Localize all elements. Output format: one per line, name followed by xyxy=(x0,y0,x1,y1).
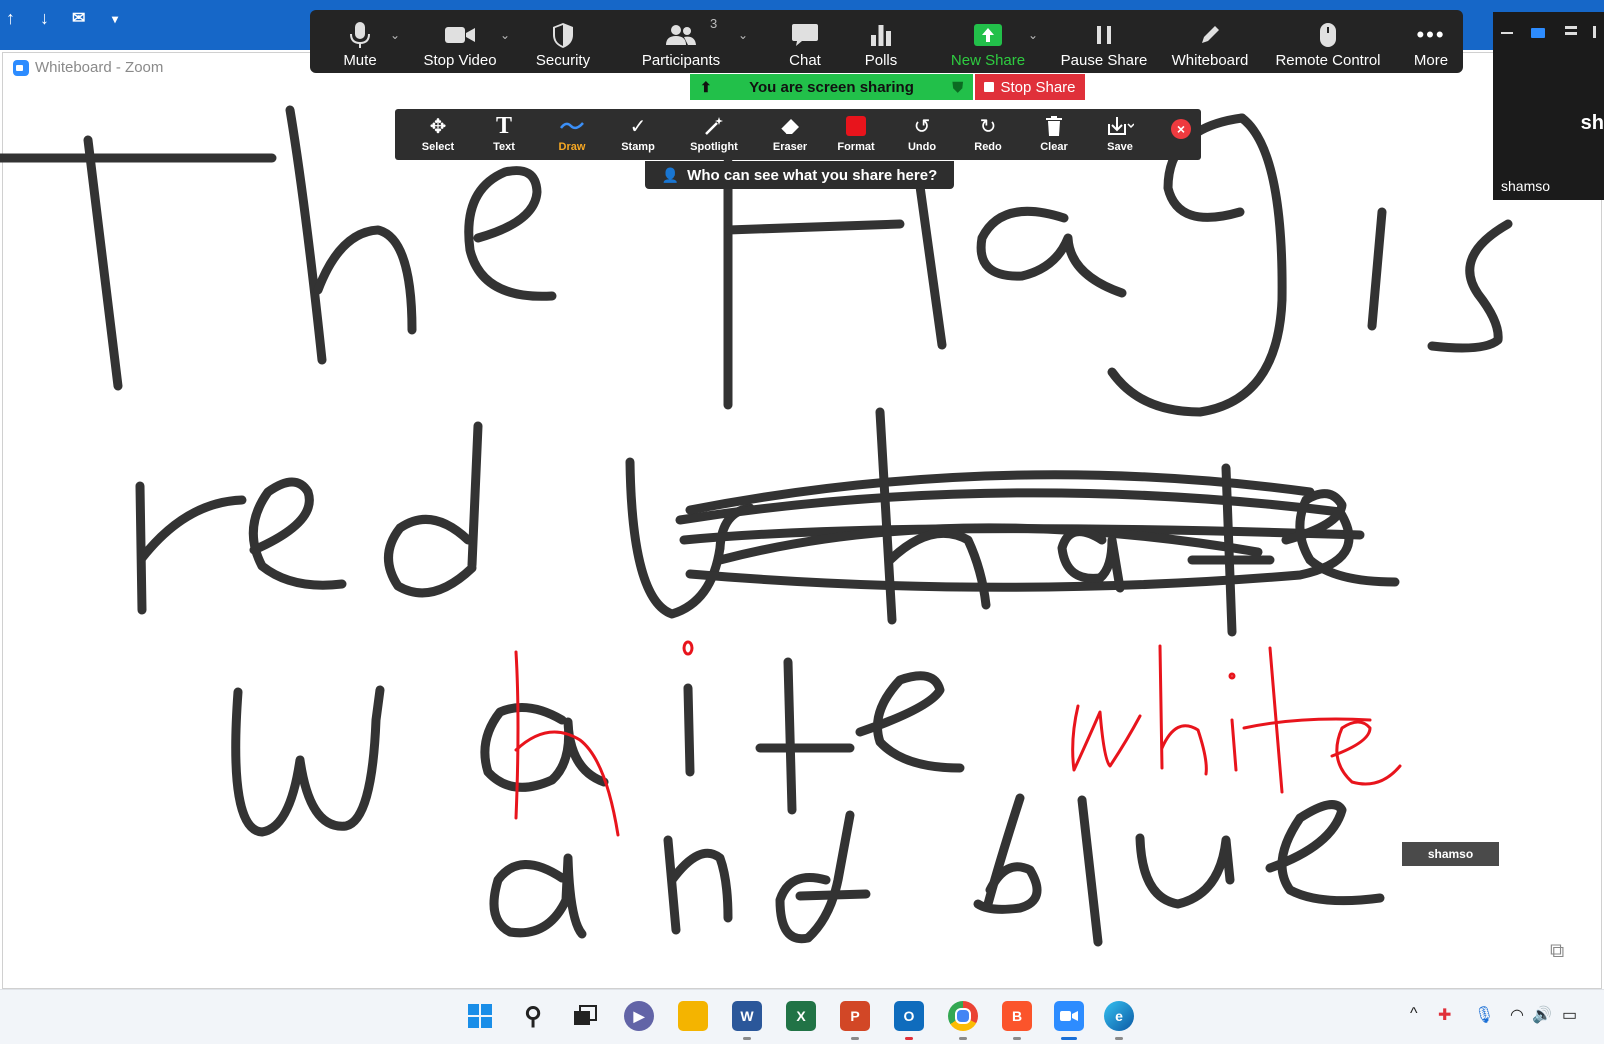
squiggle-icon xyxy=(559,111,585,141)
windows-taskbar: ⚲ ▶ W X P O B e ^ ✚ 🎙 ◠ 🔊 ▭ xyxy=(0,989,1604,1044)
microphone-in-use-icon[interactable]: 🎙 xyxy=(1474,1005,1494,1025)
excel-icon[interactable]: X xyxy=(786,1001,816,1031)
undo-icon: ↺ xyxy=(913,115,931,138)
select-tool[interactable]: ✥ Select xyxy=(409,111,467,159)
move-arrows-icon: ✥ xyxy=(429,115,447,138)
word-icon[interactable]: W xyxy=(732,1001,762,1031)
polls-button[interactable]: Polls xyxy=(858,10,904,73)
stop-square-icon xyxy=(984,82,995,92)
participants-options-chevron-icon[interactable]: ⌄ xyxy=(738,28,748,42)
layout-active-icon[interactable] xyxy=(1531,28,1545,38)
remote-control-button[interactable]: Remote Control xyxy=(1274,10,1382,73)
show-hidden-icons-chevron-icon[interactable]: ^ xyxy=(1410,1005,1418,1023)
meeting-toolbar: Mute ⌄ Stop Video ⌄ Security Participant… xyxy=(310,10,1463,73)
format-tool[interactable]: Format xyxy=(827,111,885,159)
more-dots-icon: ••• xyxy=(1416,22,1446,47)
battery-icon[interactable]: ▭ xyxy=(1562,1005,1577,1025)
new-share-button[interactable]: New Share xyxy=(950,10,1026,73)
redo-icon: ↻ xyxy=(979,115,997,138)
participants-icon xyxy=(664,18,698,52)
outlook-running-indicator xyxy=(905,1037,913,1040)
draw-tool[interactable]: Draw xyxy=(543,111,601,159)
security-button[interactable]: Security xyxy=(532,10,594,73)
undo-tool[interactable]: ↺ Undo xyxy=(893,111,951,159)
annotator-name-tag: shamso xyxy=(1402,842,1499,866)
pen-icon xyxy=(1198,18,1222,52)
black-handwriting xyxy=(0,105,1513,947)
participants-count: 3 xyxy=(710,16,718,31)
brave-running-indicator xyxy=(1013,1037,1021,1040)
expand-corner-icon[interactable]: ⧉ xyxy=(1550,940,1564,963)
outlook-icon[interactable]: O xyxy=(894,1001,924,1031)
video-options-chevron-icon[interactable]: ⌄ xyxy=(500,28,510,42)
brave-icon[interactable]: B xyxy=(1002,1001,1032,1031)
wifi-icon[interactable]: ◠ xyxy=(1510,1005,1524,1025)
gift-notification-icon[interactable]: ✚ xyxy=(1438,1005,1451,1025)
chrome-icon[interactable] xyxy=(948,1001,978,1031)
zoom-icon[interactable] xyxy=(1054,1001,1084,1031)
search-icon[interactable]: ⚲ xyxy=(518,1001,548,1031)
redo-tool[interactable]: ↻ Redo xyxy=(959,111,1017,159)
save-tool[interactable]: Save xyxy=(1091,111,1149,159)
chat-button[interactable]: Chat xyxy=(780,10,830,73)
mute-button[interactable]: Mute xyxy=(332,10,388,73)
edge-icon[interactable]: e xyxy=(1104,1001,1134,1031)
task-view-icon[interactable] xyxy=(570,1001,600,1031)
pause-icon xyxy=(1094,18,1114,52)
layout-list-icon[interactable] xyxy=(1565,26,1577,29)
text-t-icon: T xyxy=(495,112,512,139)
clear-tool[interactable]: Clear xyxy=(1025,111,1083,159)
shield-check-icon: ⛊ xyxy=(952,78,964,95)
chrome-running-indicator xyxy=(959,1037,967,1040)
save-download-icon xyxy=(1106,111,1134,141)
video-thumbnail-panel[interactable]: sh shamso xyxy=(1493,12,1604,200)
text-tool[interactable]: T Text xyxy=(475,111,533,159)
edge-running-indicator xyxy=(1115,1037,1123,1040)
chat-icon[interactable]: ▶ xyxy=(624,1001,654,1031)
whiteboard-button[interactable]: Whiteboard xyxy=(1168,10,1252,73)
more-button[interactable]: ••• More xyxy=(1408,10,1454,73)
annotation-toolbar: ✥ Select T Text Draw ✓ Stamp Spotlight E… xyxy=(395,109,1201,160)
powerpoint-running-indicator xyxy=(851,1037,859,1040)
color-swatch-icon xyxy=(846,111,866,141)
file-explorer-icon[interactable] xyxy=(678,1001,708,1031)
checkmark-icon: ✓ xyxy=(629,115,647,138)
minimize-icon[interactable] xyxy=(1501,32,1513,34)
chat-bubble-icon xyxy=(791,18,819,52)
eraser-tool[interactable]: Eraser xyxy=(761,111,819,159)
video-camera-icon xyxy=(444,18,476,52)
start-icon[interactable] xyxy=(465,1001,495,1031)
pause-share-button[interactable]: Pause Share xyxy=(1061,10,1147,73)
stop-share-button[interactable]: Stop Share xyxy=(975,74,1085,100)
powerpoint-icon[interactable]: P xyxy=(840,1001,870,1031)
layout-grid-icon[interactable] xyxy=(1593,26,1604,38)
participant-initials: sh xyxy=(1580,112,1604,134)
stamp-tool[interactable]: ✓ Stamp xyxy=(609,111,667,159)
magic-wand-icon xyxy=(703,111,725,141)
zoom-active-indicator xyxy=(1061,1037,1077,1040)
bar-chart-icon xyxy=(869,18,893,52)
share-arrow-icon: ⬆ xyxy=(700,78,712,95)
spotlight-tool[interactable]: Spotlight xyxy=(685,111,743,159)
screen-sharing-banner[interactable]: ⬆ You are screen sharing ⛊ xyxy=(690,74,973,100)
shield-icon xyxy=(551,18,575,52)
word-running-indicator xyxy=(743,1037,751,1040)
mute-options-chevron-icon[interactable]: ⌄ xyxy=(390,28,400,42)
share-options-chevron-icon[interactable]: ⌄ xyxy=(1028,28,1038,42)
microphone-icon xyxy=(349,18,371,52)
who-can-see-button[interactable]: 👤 Who can see what you share here? xyxy=(645,161,954,189)
stop-video-button[interactable]: Stop Video xyxy=(418,10,502,73)
close-annotation-icon[interactable]: × xyxy=(1171,119,1191,139)
eraser-icon xyxy=(779,111,801,141)
share-screen-icon xyxy=(974,18,1002,52)
volume-icon[interactable]: 🔊 xyxy=(1532,1005,1552,1025)
participant-name: shamso xyxy=(1501,178,1551,194)
red-handwriting xyxy=(514,640,1402,837)
person-icon: 👤 xyxy=(661,166,680,183)
mouse-icon xyxy=(1318,18,1338,52)
trash-icon xyxy=(1044,111,1064,141)
